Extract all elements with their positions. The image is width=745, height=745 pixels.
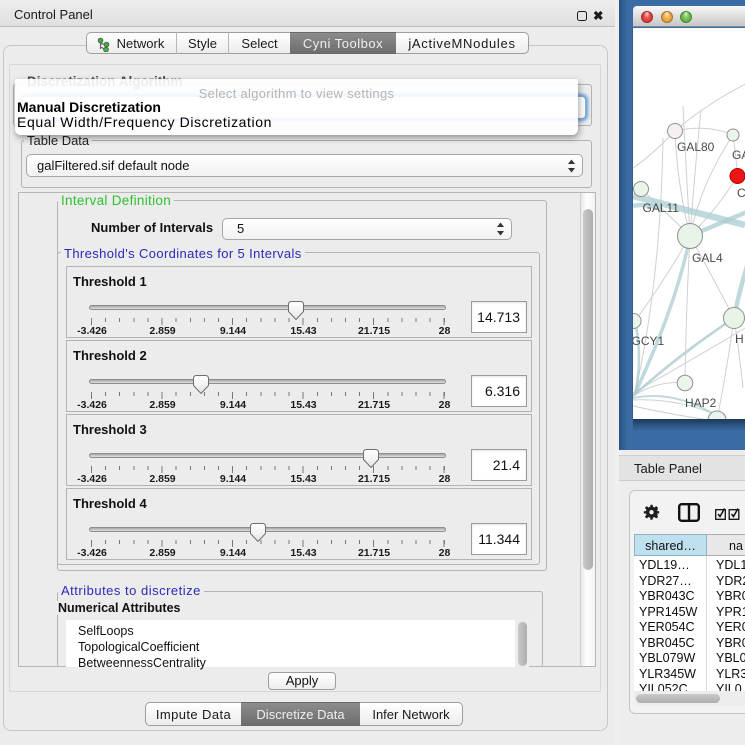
svg-text:H: H [735, 332, 744, 346]
svg-text:GAL11: GAL11 [643, 201, 680, 215]
svg-text:GAL80: GAL80 [677, 140, 715, 154]
svg-text:GA: GA [732, 148, 745, 162]
svg-text:GAL4: GAL4 [692, 251, 723, 265]
svg-text:GCY1: GCY1 [633, 334, 665, 348]
svg-text:HAP2: HAP2 [685, 396, 717, 410]
svg-text:C: C [737, 186, 745, 200]
